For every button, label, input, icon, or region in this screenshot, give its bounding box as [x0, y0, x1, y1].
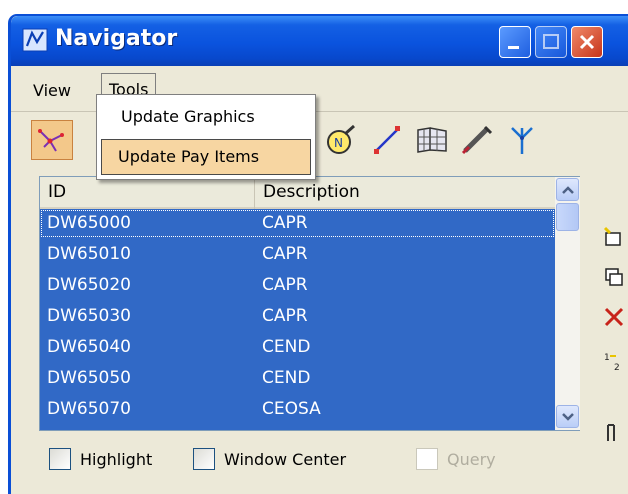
- window-center-checkbox-box[interactable]: [193, 448, 215, 470]
- delete-button[interactable]: [599, 302, 628, 332]
- north-arrow-icon: N: [327, 124, 355, 154]
- window-title: Navigator: [55, 26, 178, 51]
- close-icon: [579, 34, 595, 50]
- menu-item-update-pay-items[interactable]: Update Pay Items: [101, 139, 311, 175]
- list-row[interactable]: DW65070 CEOSA: [40, 395, 555, 424]
- maximize-button[interactable]: [535, 26, 567, 58]
- query-checkbox-box: [416, 448, 438, 470]
- branch-tool-button[interactable]: [501, 120, 543, 160]
- scroll-down-button[interactable]: [556, 405, 579, 428]
- maximize-icon: [543, 34, 559, 49]
- row-description: CAPR: [262, 213, 308, 233]
- list-row[interactable]: DW65000 CAPR: [40, 209, 555, 238]
- row-id: DW65050: [47, 368, 131, 388]
- window-center-checkbox[interactable]: Window Center: [193, 448, 346, 470]
- navigator-window: Navigator View Tools N ID Description DW…: [8, 14, 628, 494]
- svg-text:2: 2: [614, 363, 620, 373]
- menu-item-update-graphics[interactable]: Update Graphics: [101, 99, 311, 135]
- row-id: DW65030: [47, 306, 131, 326]
- row-id: DW65040: [47, 337, 131, 357]
- window-center-label: Window Center: [224, 449, 347, 469]
- menu-view[interactable]: View: [27, 77, 77, 104]
- query-checkbox: Query: [416, 448, 496, 470]
- app-icon: [22, 28, 48, 52]
- query-label: Query: [447, 449, 496, 469]
- list-row[interactable]: DW65050 CEND: [40, 364, 555, 393]
- chevron-down-icon: [561, 412, 574, 421]
- network-icon: [38, 129, 64, 152]
- list-header: ID Description: [40, 177, 555, 209]
- branch-icon: [511, 127, 533, 154]
- row-description: CAPR: [262, 306, 308, 326]
- side-toolbar: 1 2: [599, 186, 628, 486]
- options-bar: Highlight Window Center Query: [49, 448, 609, 478]
- svg-text:N: N: [334, 136, 343, 150]
- tools-dropdown-menu: Update Graphics Update Pay Items: [96, 94, 316, 180]
- renumber-button[interactable]: 1 2: [599, 346, 628, 376]
- north-arrow-tool-button[interactable]: N: [319, 120, 361, 160]
- row-description: CEOSA: [262, 399, 321, 419]
- list-row[interactable]: DW65020 CAPR: [40, 271, 555, 300]
- minimize-icon: [508, 46, 519, 49]
- line-tool-button[interactable]: [366, 120, 408, 160]
- brush-icon: [461, 125, 493, 155]
- title-bar[interactable]: Navigator: [11, 16, 628, 66]
- vertical-scrollbar[interactable]: [555, 177, 580, 430]
- row-description: CAPR: [262, 275, 308, 295]
- highlight-label: Highlight: [80, 449, 153, 469]
- highlight-checkbox[interactable]: Highlight: [49, 448, 152, 470]
- minimize-button[interactable]: [499, 26, 531, 58]
- list-row[interactable]: DW65010 CAPR: [40, 240, 555, 269]
- column-header-id[interactable]: ID: [40, 177, 255, 209]
- items-list[interactable]: ID Description DW65000 CAPR DW65010 CAPR…: [39, 176, 580, 431]
- row-id: DW65010: [47, 244, 131, 264]
- scroll-thumb[interactable]: [556, 203, 579, 231]
- list-row[interactable]: DW65040 CEND: [40, 333, 555, 362]
- scroll-up-button[interactable]: [556, 178, 579, 201]
- row-description: CAPR: [262, 244, 308, 264]
- svg-text:1: 1: [604, 353, 610, 363]
- row-id: DW65070: [47, 399, 131, 419]
- row-description: CEND: [262, 368, 311, 388]
- grid-book-tool-button[interactable]: [411, 120, 453, 160]
- copy-icon: [605, 268, 623, 286]
- delete-icon: [604, 307, 624, 327]
- network-tool-button[interactable]: [31, 120, 73, 160]
- copy-button[interactable]: [599, 262, 628, 292]
- list-rows: DW65000 CAPR DW65010 CAPR DW65020 CAPR D…: [40, 209, 555, 430]
- column-header-description[interactable]: Description: [255, 177, 555, 209]
- new-item-icon: [603, 226, 621, 246]
- new-item-button[interactable]: [599, 222, 628, 252]
- brush-tool-button[interactable]: [456, 120, 498, 160]
- line-icon: [374, 126, 400, 154]
- column-icon: [607, 424, 615, 441]
- column-button[interactable]: [599, 418, 628, 448]
- list-row[interactable]: DW65030 CAPR: [40, 302, 555, 331]
- highlight-checkbox-box[interactable]: [49, 448, 71, 470]
- chevron-up-icon: [561, 185, 574, 194]
- grid-book-icon: [417, 127, 447, 153]
- row-id: DW65000: [47, 213, 131, 233]
- row-description: CEND: [262, 337, 311, 357]
- renumber-icon: 1 2: [604, 353, 620, 373]
- row-id: DW65020: [47, 275, 131, 295]
- close-button[interactable]: [571, 26, 603, 58]
